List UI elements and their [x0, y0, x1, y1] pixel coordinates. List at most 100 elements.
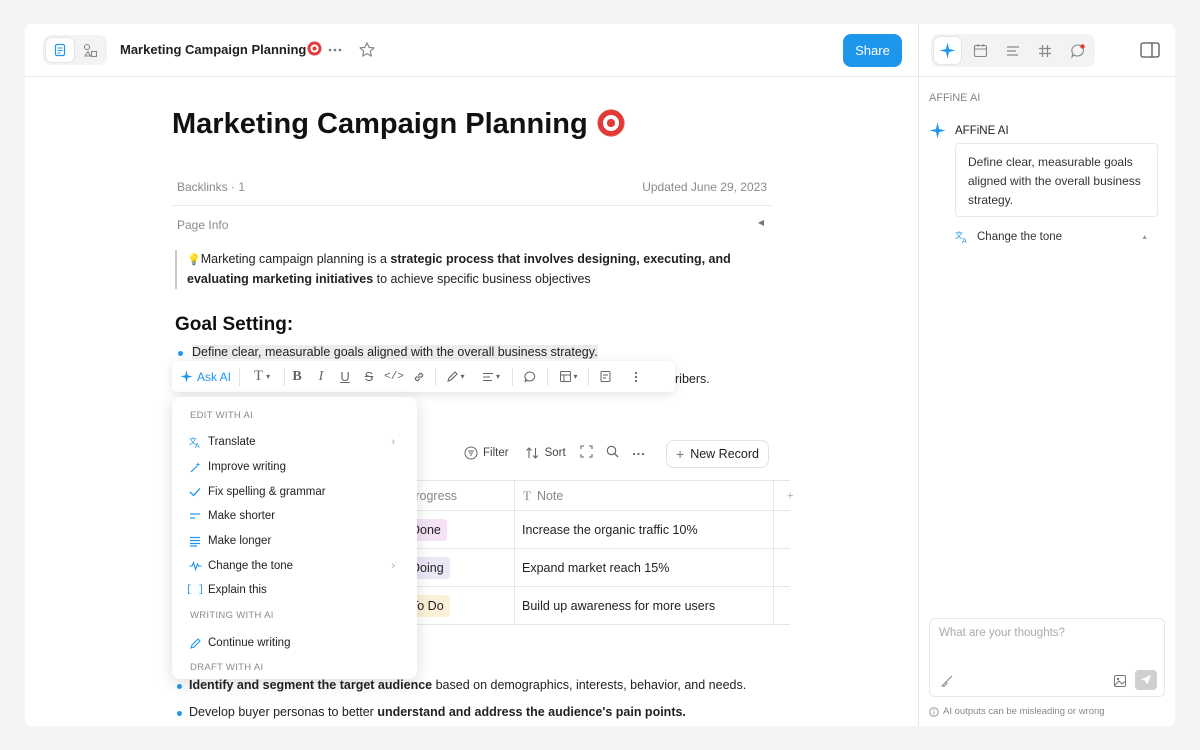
menu-section-label: DRAFT WITH AI	[190, 662, 264, 673]
menu-item-change-tone[interactable]: Change the tone ›	[186, 555, 403, 577]
layout-button[interactable]: ▾	[548, 361, 588, 392]
editor-area: Marketing Campaign Planning Share Market…	[25, 24, 919, 726]
italic-icon[interactable]: I	[309, 361, 333, 392]
menu-item-translate[interactable]: 文A Translate ›	[186, 431, 403, 453]
bullet-bold: Identify and segment the target audience	[189, 678, 433, 692]
search-icon[interactable]	[606, 445, 620, 461]
menu-item-make-longer[interactable]: Make longer	[186, 530, 403, 552]
menu-item-fix-spelling[interactable]: Fix spelling & grammar	[186, 481, 403, 503]
ask-ai-button[interactable]: Ask AI	[172, 361, 239, 392]
menu-section-label: WRITING WITH AI	[190, 610, 274, 621]
edgeless-icon	[83, 43, 97, 57]
image-icon[interactable]	[1113, 674, 1127, 693]
convert-icon[interactable]	[589, 361, 621, 392]
link-icon[interactable]	[407, 361, 431, 392]
sort-label: Sort	[544, 447, 566, 459]
text-style-button[interactable]: T ▾	[240, 361, 284, 392]
column-header-note[interactable]: T Note	[523, 481, 563, 510]
top-bar: Marketing Campaign Planning Share	[25, 24, 919, 77]
sidebar-header	[919, 24, 1175, 77]
new-record-button[interactable]: + New Record	[666, 440, 769, 468]
menu-item-make-shorter[interactable]: Make shorter	[186, 505, 403, 527]
filter-icon	[464, 446, 478, 460]
target-emoji-icon	[597, 110, 624, 136]
underline-icon[interactable]: U	[333, 361, 357, 392]
note-cell[interactable]: Increase the organic traffic 10%	[522, 511, 698, 548]
bullet-dot	[177, 711, 182, 716]
doc-title-breadcrumb[interactable]: Marketing Campaign Planning	[120, 42, 322, 57]
chat-input[interactable]: What are your thoughts?	[929, 618, 1165, 697]
page-mode-button[interactable]	[46, 38, 74, 62]
intro-quote[interactable]: 💡Marketing campaign planning is a strate…	[175, 250, 775, 289]
selected-text: Define clear, measurable goals aligned w…	[192, 345, 598, 359]
ai-action-item[interactable]: 文A Change the tone ▲	[955, 227, 1158, 247]
format-toolbar: Ask AI T ▾ B I U S </> ▾ ▾ ▾	[172, 361, 675, 392]
disclaimer-text: AI outputs can be misleading or wrong	[943, 706, 1105, 717]
sparkle-icon	[939, 42, 956, 59]
menu-item-label: Change the tone	[208, 560, 294, 572]
long-text-icon	[186, 536, 204, 547]
expand-icon[interactable]	[580, 445, 594, 461]
column-divider	[773, 549, 774, 586]
favorite-button[interactable]	[356, 39, 378, 61]
menu-item-improve-writing[interactable]: Improve writing	[186, 456, 403, 478]
chevron-down-icon: ▾	[496, 372, 501, 381]
tab-frames[interactable]	[1031, 37, 1058, 64]
align-icon	[483, 372, 493, 381]
menu-item-label: Translate	[208, 436, 256, 448]
comment-icon[interactable]	[513, 361, 547, 392]
svg-text:A: A	[195, 443, 200, 449]
clear-brush-icon[interactable]	[940, 674, 954, 693]
section-heading[interactable]: Goal Setting:	[175, 314, 293, 336]
app-window: Marketing Campaign Planning Share Market…	[25, 24, 1175, 726]
strikethrough-icon[interactable]: S	[357, 361, 381, 392]
table-row[interactable]: To Do Build up awareness for more users	[405, 587, 790, 625]
align-button[interactable]: ▾	[474, 361, 508, 392]
more-horizontal-icon[interactable]	[632, 447, 646, 459]
table-row[interactable]: Done Increase the organic traffic 10%	[405, 511, 790, 549]
plus-icon: +	[676, 446, 685, 462]
bullet-dot	[178, 351, 183, 356]
share-button[interactable]: Share	[843, 34, 902, 67]
target-emoji-icon	[308, 42, 322, 55]
toggle-sidebar-button[interactable]	[1139, 40, 1161, 60]
column-divider	[514, 549, 515, 586]
bold-icon[interactable]: B	[285, 361, 309, 392]
page-title[interactable]: Marketing Campaign Planning	[172, 108, 624, 141]
backlinks[interactable]: Backlinks · 1	[177, 180, 245, 194]
edgeless-mode-button[interactable]	[76, 38, 104, 62]
code-icon[interactable]: </>	[381, 361, 407, 392]
tab-ai[interactable]	[934, 37, 961, 64]
sidebar-tabs	[931, 34, 1095, 67]
menu-item-label: Improve writing	[208, 461, 286, 473]
list-item[interactable]: Define clear, measurable goals aligned w…	[178, 345, 598, 359]
add-column-icon[interactable]: +	[787, 481, 793, 510]
tab-journal[interactable]	[967, 37, 994, 64]
info-icon	[929, 706, 939, 717]
filter-label: Filter	[483, 447, 509, 459]
send-button[interactable]	[1135, 670, 1157, 690]
note-cell[interactable]: Expand market reach 15%	[522, 549, 669, 586]
list-item[interactable]: Identify and segment the target audience…	[177, 678, 746, 692]
page-info-toggle[interactable]: Page Info ◀	[172, 214, 772, 236]
list-item[interactable]: Develop buyer personas to better underst…	[177, 705, 686, 719]
more-options-button[interactable]	[325, 40, 345, 60]
sort-button[interactable]: Sort	[525, 446, 566, 460]
menu-item-label: Fix spelling & grammar	[208, 486, 326, 498]
menu-item-explain[interactable]: [ ] Explain this	[186, 579, 403, 601]
note-cell[interactable]: Build up awareness for more users	[522, 587, 715, 624]
menu-item-label: Make shorter	[208, 510, 276, 522]
tab-comments[interactable]	[1064, 37, 1091, 64]
table-row[interactable]: Doing Expand market reach 15%	[405, 549, 790, 587]
filter-button[interactable]: Filter	[464, 446, 509, 460]
tab-outline[interactable]	[999, 37, 1026, 64]
page-info-label: Page Info	[177, 218, 229, 232]
page-meta: Backlinks · 1 Updated June 29, 2023	[172, 174, 772, 206]
highlight-button[interactable]: ▾	[436, 361, 474, 392]
menu-item-continue-writing[interactable]: Continue writing	[186, 632, 403, 654]
caret-up-icon[interactable]: ▲	[1141, 234, 1148, 241]
more-vertical-icon[interactable]	[621, 361, 651, 392]
new-record-label: New Record	[690, 447, 759, 461]
check-icon	[186, 487, 204, 497]
short-text-icon	[186, 512, 204, 520]
